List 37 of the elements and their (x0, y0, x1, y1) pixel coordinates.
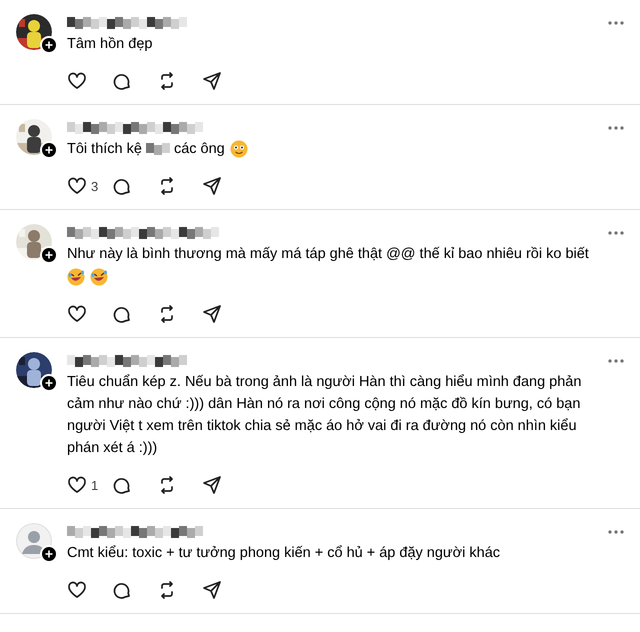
smiley-icon (230, 140, 248, 158)
follow-plus-icon[interactable] (40, 545, 58, 563)
follow-plus-icon[interactable] (40, 374, 58, 392)
share-icon[interactable] (202, 176, 222, 196)
heart-icon[interactable] (67, 475, 87, 495)
more-icon[interactable] (608, 530, 624, 534)
comment-icon[interactable] (112, 580, 132, 600)
follow-plus-icon[interactable] (40, 141, 58, 159)
follow-plus-icon[interactable] (40, 36, 58, 54)
more-icon[interactable] (608, 126, 624, 130)
laughing-face-icon (67, 268, 85, 286)
comment-icon[interactable] (112, 176, 132, 196)
more-icon[interactable] (608, 21, 624, 25)
like-count: 3 (91, 178, 98, 194)
more-icon[interactable] (608, 231, 624, 235)
pixelated-word (146, 143, 170, 156)
heart-icon[interactable] (67, 304, 87, 324)
share-icon[interactable] (202, 71, 222, 91)
more-icon[interactable] (608, 359, 624, 363)
comment-text: Tiêu chuẩn kép z. Nếu bà trong ảnh là người Hàn thì càng hiểu mình đang phản cảm như nào chứ :))) dân Hàn nó ra nơi công cộng nó mặc đồ kín bưng, có bạn người Việt t xem trên tiktok chia sẻ mặc áo hở vai đi ra đường nó còn nhìn kiểu phán xét á :))) (67, 374, 582, 456)
share-icon[interactable] (202, 304, 222, 324)
follow-plus-icon[interactable] (40, 246, 58, 264)
heart-icon[interactable] (67, 580, 87, 600)
heart-icon[interactable] (67, 176, 87, 196)
share-icon[interactable] (202, 475, 222, 495)
heart-icon[interactable] (67, 71, 87, 91)
comment-text: Tôi thích kệ (67, 141, 142, 157)
laughing-face-icon (90, 268, 108, 286)
share-icon[interactable] (202, 580, 222, 600)
like-count: 1 (91, 478, 98, 492)
comment-icon[interactable] (112, 71, 132, 91)
comment-icon[interactable] (112, 475, 132, 495)
comment-text: Như này là bình thương mà mấy má táp ghê thật @@ thế kỉ bao nhiêu rồi ko biết (67, 246, 589, 262)
comment-icon[interactable] (112, 304, 132, 324)
comment-text: các ông (174, 141, 225, 157)
comment-text: Tâm hồn đẹp (67, 36, 152, 52)
comment-text: Cmt kiểu: toxic + tư tưởng phong kiến + cổ hủ + áp đặy người khác (67, 545, 500, 561)
